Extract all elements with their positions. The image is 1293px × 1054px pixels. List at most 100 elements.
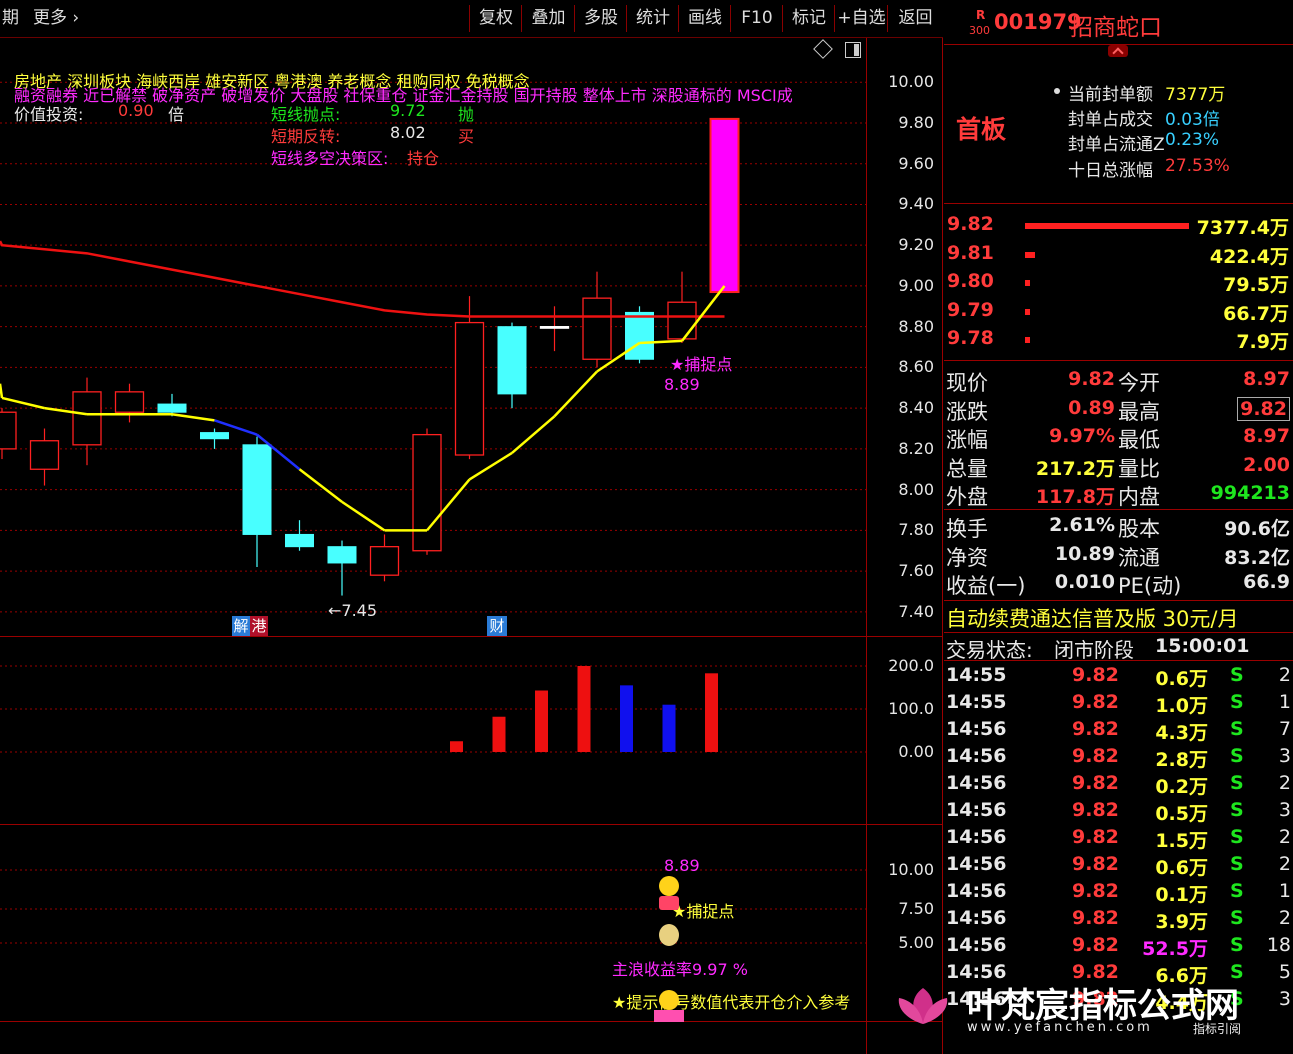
- candlestick[interactable]: [625, 306, 654, 364]
- tick-price: 9.82: [1072, 745, 1119, 767]
- chart-toolbar: 期 更多 › 复权 叠加 多股 统计 画线 F10 标记 +自选 返回: [0, 0, 943, 38]
- order-volume: 66.7万: [1223, 302, 1289, 325]
- candlestick[interactable]: [709, 117, 740, 294]
- lotus-logo-icon: [893, 984, 953, 1028]
- panel-border: [942, 38, 943, 1054]
- candlestick[interactable]: [539, 306, 570, 352]
- divider: [944, 509, 1293, 510]
- hk-connect-tag[interactable]: 港: [250, 616, 268, 636]
- first-board-title: 首板: [956, 115, 1007, 144]
- tick-time: 14:55: [946, 691, 1007, 713]
- y-tick-label: 9.20: [898, 235, 934, 255]
- tick-price: 9.82: [1072, 880, 1119, 902]
- candle-body: [114, 391, 145, 413]
- candlestick[interactable]: [285, 520, 314, 551]
- y-tick-label: 200.0: [888, 656, 934, 675]
- candlestick[interactable]: [667, 271, 697, 343]
- candlestick[interactable]: [242, 436, 272, 568]
- chevron-up-icon[interactable]: [1108, 45, 1128, 59]
- tick-count: 3: [1278, 799, 1291, 821]
- finance-tag[interactable]: 财: [487, 616, 507, 636]
- order-book-row[interactable]: 9.79 66.7万: [944, 299, 1293, 327]
- tick-price: 9.82: [1072, 691, 1119, 713]
- candlestick[interactable]: [72, 377, 102, 466]
- y-tick-label: 8.00: [898, 479, 934, 499]
- indicator-bar: [450, 741, 463, 752]
- candlestick[interactable]: [369, 534, 400, 582]
- candle-body: [709, 117, 740, 294]
- candle-body: [29, 440, 60, 470]
- candlestick[interactable]: [412, 428, 442, 555]
- period-label[interactable]: 期: [2, 5, 19, 32]
- panel-toggle-icon[interactable]: [845, 42, 861, 58]
- tick-row[interactable]: 14:56 9.82 2.8万 S 3: [944, 744, 1293, 771]
- order-volume: 79.5万: [1223, 274, 1289, 296]
- signal-marker: [654, 1010, 684, 1022]
- candlestick[interactable]: [497, 322, 527, 409]
- order-book-row[interactable]: 9.82 7377.4万: [944, 213, 1293, 241]
- candlestick[interactable]: [157, 393, 187, 417]
- quote-label: 最高: [1118, 399, 1160, 424]
- unlock-tag[interactable]: 解: [232, 616, 250, 636]
- order-book-row[interactable]: 9.81 422.4万: [944, 242, 1293, 270]
- tick-count: 3: [1278, 745, 1291, 767]
- tick-row[interactable]: 14:56 9.82 3.9万 S 2: [944, 906, 1293, 933]
- candle-body: [582, 297, 612, 360]
- candlestick[interactable]: [454, 296, 485, 460]
- toolbar-button[interactable]: 返回: [887, 5, 943, 32]
- ma-short-segment: [468, 451, 513, 481]
- fundamental-label: 净资: [946, 545, 988, 570]
- tick-time: 14:56: [946, 934, 1007, 956]
- order-book-row[interactable]: 9.78 7.9万: [944, 327, 1293, 355]
- candlestick[interactable]: [29, 428, 60, 486]
- capture-point-label: ★捕捉点: [670, 355, 733, 374]
- ma-short-segment: [298, 468, 343, 503]
- chart-area[interactable]: 10.00 9.80 9.60 9.40 9.20 9.00 8.80 8.60 8.40 8.2…: [0, 38, 943, 1054]
- indicator-capture-label: ★捕捉点: [672, 902, 735, 921]
- more-label: 更多: [33, 8, 67, 28]
- toolbar-button[interactable]: 多股: [574, 5, 627, 32]
- short-reversal-value: 8.02: [390, 123, 426, 142]
- tick-volume: 0.5万: [1155, 803, 1208, 825]
- tick-row[interactable]: 14:56 9.82 52.5万 S 18: [944, 933, 1293, 960]
- tick-row[interactable]: 14:56 9.82 4.3万 S 7: [944, 717, 1293, 744]
- toolbar-button[interactable]: F10: [730, 5, 783, 32]
- tick-row[interactable]: 14:56 9.82 0.5万 S 3: [944, 798, 1293, 825]
- seal-label: 封单占成交: [1068, 110, 1153, 130]
- fundamental-value: 83.2亿: [1224, 546, 1290, 569]
- order-book-row[interactable]: 9.80 79.5万: [944, 270, 1293, 298]
- candlestick[interactable]: [200, 428, 229, 449]
- short-reversal-action: 买: [458, 127, 475, 146]
- toolbar-button[interactable]: 叠加: [521, 5, 575, 32]
- tick-row[interactable]: 14:56 9.82 0.1万 S 1: [944, 879, 1293, 906]
- tick-row[interactable]: 14:56 9.82 0.6万 S 2: [944, 852, 1293, 879]
- tick-row[interactable]: 14:55 9.82 1.0万 S 1: [944, 690, 1293, 717]
- candle-body: [72, 391, 102, 446]
- candlestick[interactable]: [114, 383, 145, 423]
- tick-row[interactable]: 14:56 9.82 0.2万 S 2: [944, 771, 1293, 798]
- promo-link[interactable]: 自动续费通达信普及版 30元/月: [946, 603, 1238, 633]
- toolbar-button[interactable]: 统计: [626, 5, 679, 32]
- capture-point-value: 8.89: [664, 375, 700, 394]
- candlestick[interactable]: [327, 540, 357, 596]
- chart-svg: [0, 81, 866, 944]
- y-tick-label: 10.00: [888, 860, 934, 879]
- watermark-url: www.yefanchen.com: [967, 1020, 1153, 1035]
- tick-row[interactable]: 14:55 9.82 0.6万 S 2: [944, 663, 1293, 690]
- heart-icon: [659, 896, 679, 910]
- toolbar-button[interactable]: 复权: [469, 5, 522, 32]
- tick-price: 9.82: [1072, 826, 1119, 848]
- tick-time: 14:56: [946, 745, 1007, 767]
- more-menu[interactable]: 更多 ›: [33, 5, 79, 32]
- short-sell-action: 抛: [458, 105, 475, 124]
- tick-row[interactable]: 14:56 9.82 1.5万 S 2: [944, 825, 1293, 852]
- candle-body: [667, 301, 697, 340]
- toolbar-button[interactable]: +自选: [834, 5, 888, 32]
- toolbar-button[interactable]: 画线: [678, 5, 731, 32]
- candlestick[interactable]: [0, 408, 17, 460]
- fundamental-label: 流通: [1118, 545, 1160, 570]
- tick-count: 1: [1278, 880, 1291, 902]
- tick-time: 14:56: [946, 799, 1007, 821]
- toolbar-button[interactable]: 标记: [782, 5, 835, 32]
- tick-volume: 1.5万: [1155, 830, 1208, 852]
